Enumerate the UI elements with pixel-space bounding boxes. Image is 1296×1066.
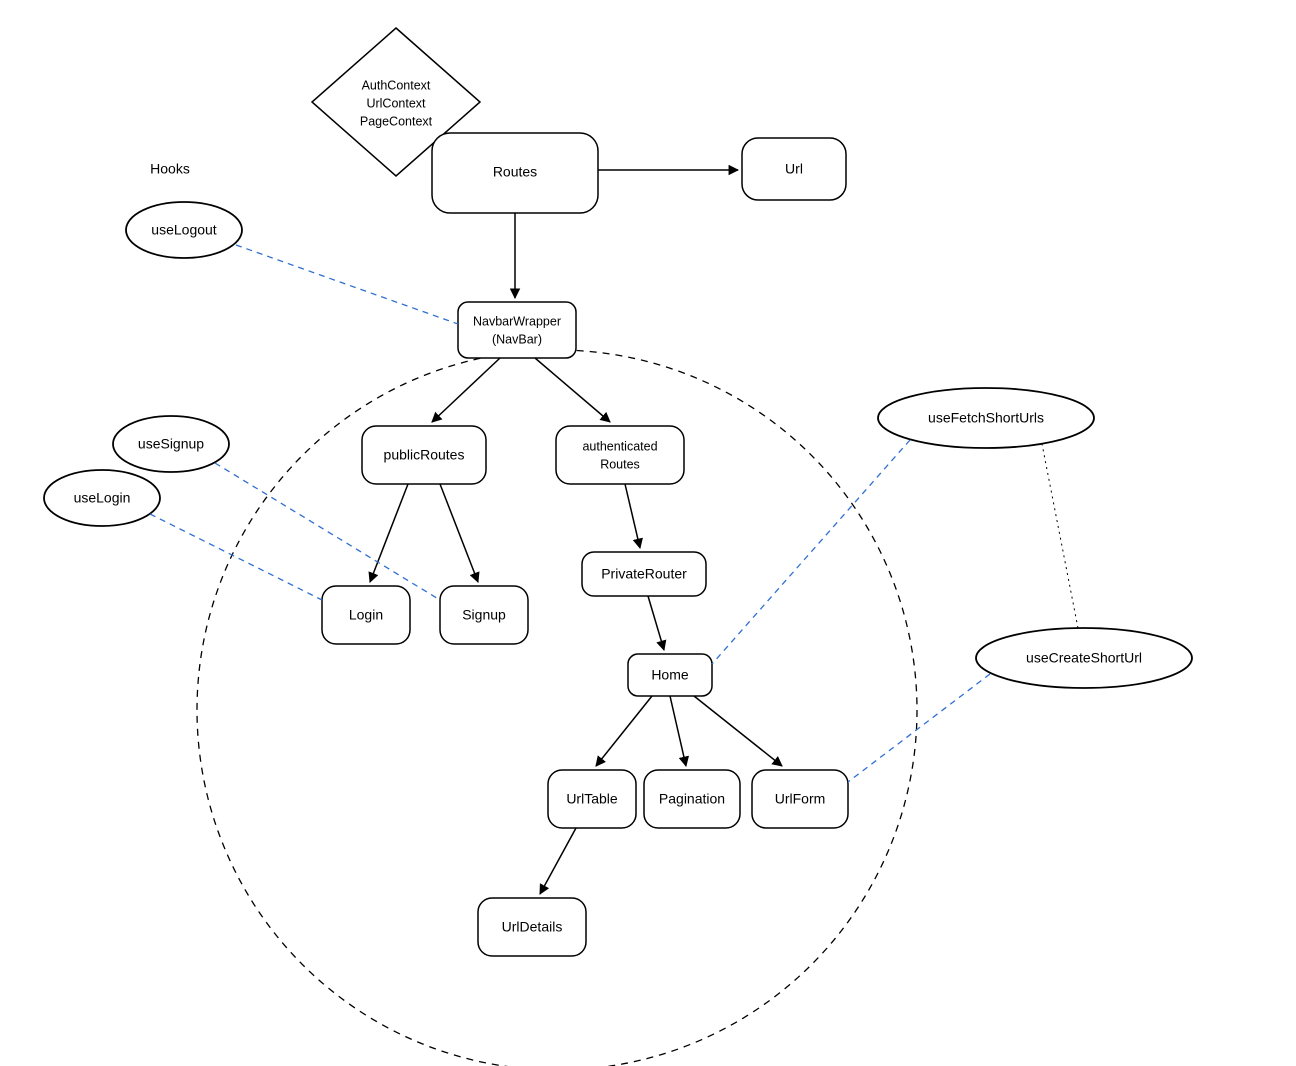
- login-label: Login: [349, 607, 383, 623]
- auth-routes-line2: Routes: [600, 457, 640, 471]
- node-signup: Signup: [440, 586, 528, 644]
- public-routes-label: publicRoutes: [384, 447, 465, 463]
- use-fetch-short-urls-label: useFetchShortUrls: [928, 410, 1044, 426]
- node-url-form: UrlForm: [752, 770, 848, 828]
- context-line2: UrlContext: [366, 96, 426, 110]
- node-pagination: Pagination: [644, 770, 740, 828]
- signup-label: Signup: [462, 607, 506, 623]
- edge-home-urltable: [596, 696, 652, 766]
- node-public-routes: publicRoutes: [362, 426, 486, 484]
- link-usecreate-urlform: [848, 674, 990, 782]
- navbar-line1: NavbarWrapper: [473, 314, 561, 328]
- node-private-router: PrivateRouter: [582, 552, 706, 596]
- hook-use-fetch-short-urls: useFetchShortUrls: [878, 388, 1094, 448]
- home-label: Home: [651, 667, 689, 683]
- auth-routes-line1: authenticated: [582, 439, 657, 453]
- link-uselogout-navbar: [236, 245, 458, 324]
- edge-home-pagination: [670, 696, 686, 766]
- url-details-label: UrlDetails: [502, 919, 563, 935]
- edge-public-signup: [440, 484, 478, 582]
- hook-use-logout: useLogout: [126, 202, 242, 258]
- node-navbar-wrapper: NavbarWrapper (NavBar): [458, 302, 576, 358]
- node-authenticated-routes: authenticated Routes: [556, 426, 684, 484]
- link-uselogin-login: [150, 514, 322, 600]
- context-line1: AuthContext: [362, 78, 431, 92]
- edge-auth-private: [625, 484, 640, 548]
- use-logout-label: useLogout: [151, 222, 217, 238]
- edge-public-login: [370, 484, 408, 582]
- context-line3: PageContext: [360, 114, 433, 128]
- node-login: Login: [322, 586, 410, 644]
- routes-label: Routes: [493, 164, 537, 180]
- edge-navbar-public: [432, 358, 500, 422]
- hook-use-signup: useSignup: [113, 416, 229, 472]
- navbar-line2: (NavBar): [492, 332, 542, 346]
- edge-urltable-urldetails: [540, 828, 576, 894]
- node-url: Url: [742, 138, 846, 200]
- use-create-short-url-label: useCreateShortUrl: [1026, 650, 1142, 666]
- hook-use-create-short-url: useCreateShortUrl: [976, 628, 1192, 688]
- hook-use-login: useLogin: [44, 470, 160, 526]
- node-url-details: UrlDetails: [478, 898, 586, 956]
- use-login-label: useLogin: [74, 490, 131, 506]
- node-routes: Routes: [432, 133, 598, 213]
- url-form-label: UrlForm: [775, 791, 826, 807]
- use-signup-label: useSignup: [138, 436, 204, 452]
- edge-navbar-auth: [535, 358, 610, 422]
- hooks-heading: Hooks: [150, 161, 190, 177]
- edge-home-urlform: [694, 696, 782, 766]
- node-url-table: UrlTable: [548, 770, 636, 828]
- link-usecreate-usefetch: [1042, 444, 1078, 628]
- node-home: Home: [628, 654, 712, 696]
- url-table-label: UrlTable: [566, 791, 618, 807]
- url-label: Url: [785, 161, 803, 177]
- edge-private-home: [648, 596, 664, 650]
- pagination-label: Pagination: [659, 791, 725, 807]
- private-router-label: PrivateRouter: [601, 566, 687, 582]
